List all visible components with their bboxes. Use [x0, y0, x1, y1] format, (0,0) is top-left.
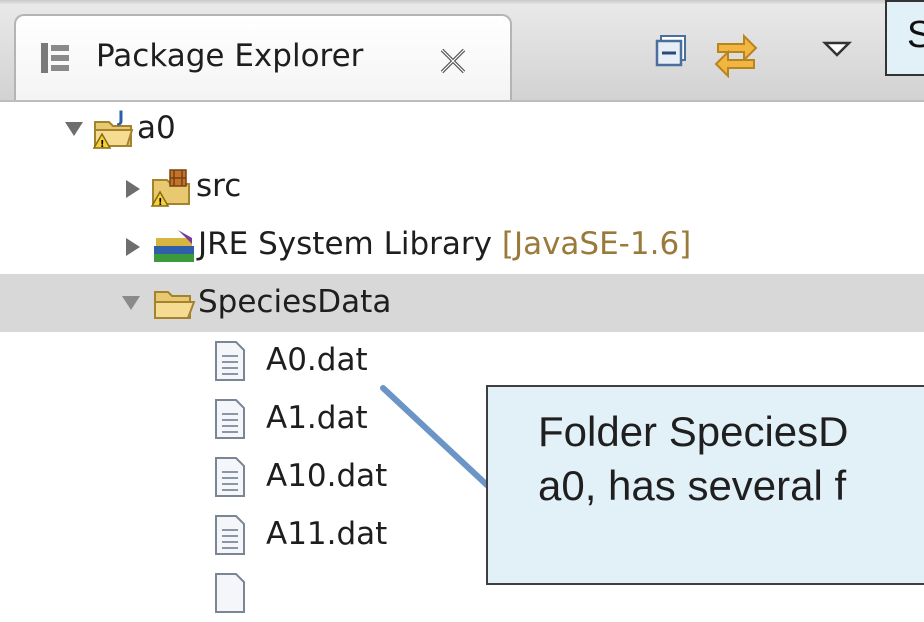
annotation-callout: Folder SpeciesD a0, has several f	[486, 385, 924, 585]
callout-line-1: Folder SpeciesD	[538, 408, 849, 455]
file-icon	[212, 572, 248, 618]
callout-line-2: a0, has several f	[538, 462, 847, 509]
